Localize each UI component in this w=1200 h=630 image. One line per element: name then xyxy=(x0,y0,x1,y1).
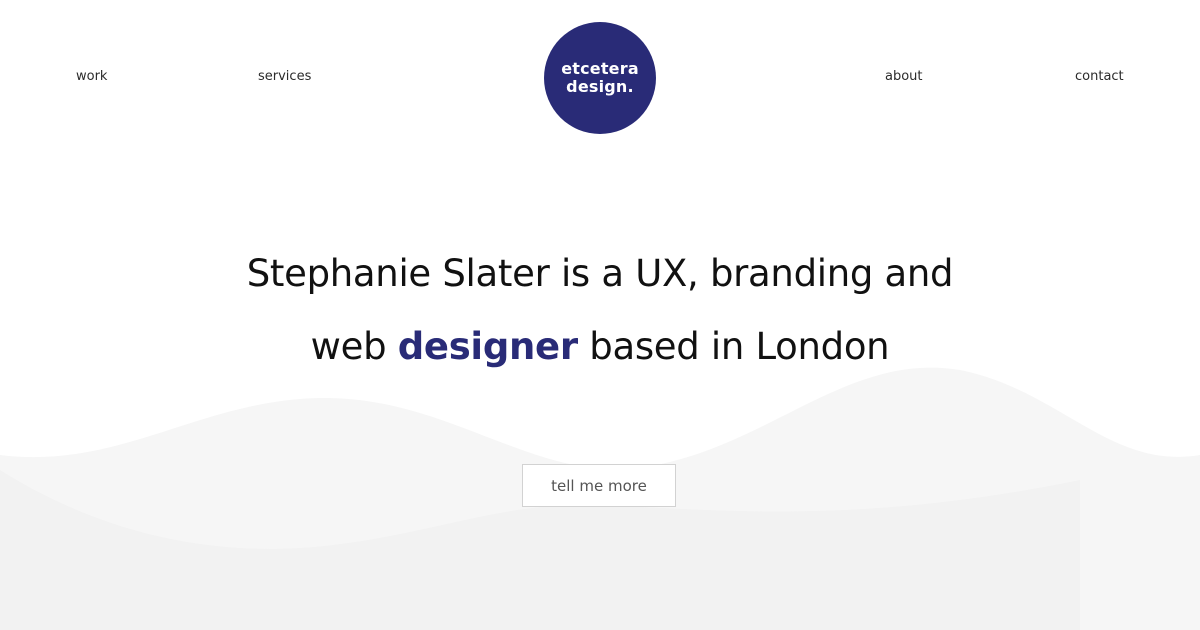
hero-headline-line2: web designer based in London xyxy=(0,325,1200,368)
hero-text-before: web xyxy=(310,325,398,368)
hero-text-after: based in London xyxy=(577,325,890,368)
hero-highlight-word: designer xyxy=(397,325,578,368)
hero-headline-text: Stephanie Slater is a UX, branding and xyxy=(246,252,954,295)
logo-text-line2: design. xyxy=(566,77,634,96)
logo-text-line1: etcetera xyxy=(561,59,639,78)
tell-me-more-button[interactable]: tell me more xyxy=(522,464,676,507)
nav-link-services[interactable]: services xyxy=(258,68,311,86)
nav-link-about[interactable]: about xyxy=(885,68,923,86)
hero-headline-line1: Stephanie Slater is a UX, branding and xyxy=(0,252,1200,295)
logo[interactable]: etcetera design. xyxy=(544,22,656,134)
nav-link-contact[interactable]: contact xyxy=(1075,68,1124,86)
nav-link-work[interactable]: work xyxy=(76,68,107,86)
